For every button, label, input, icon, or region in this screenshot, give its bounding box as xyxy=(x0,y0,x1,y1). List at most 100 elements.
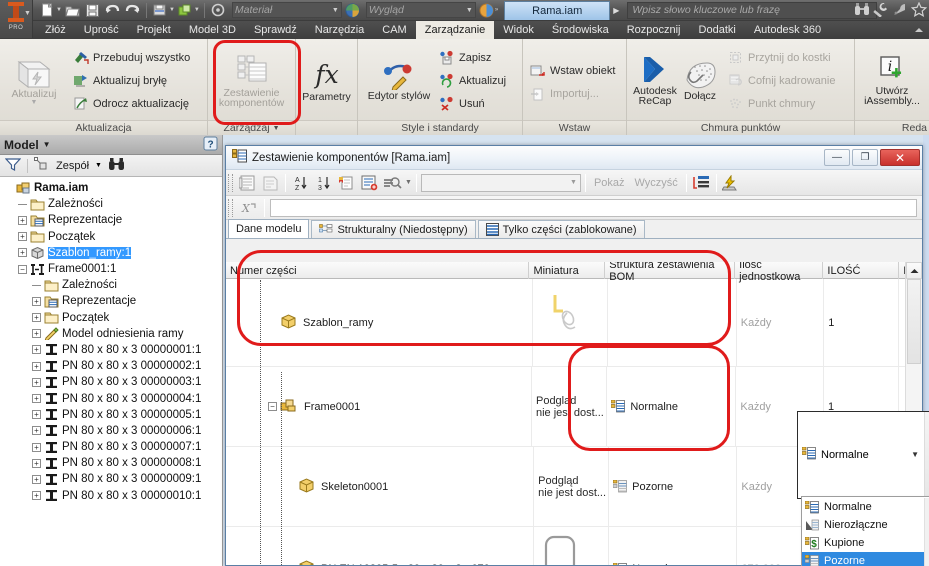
toolbar-grip[interactable] xyxy=(228,173,233,192)
ribbon-tab-12[interactable]: Autodesk 360 xyxy=(745,21,830,39)
bom-cell-structure[interactable] xyxy=(608,279,737,366)
tree-node-14[interactable]: + PN 80 x 80 x 3 00000005:1 xyxy=(3,407,222,423)
style-save-button[interactable]: Zapisz xyxy=(436,47,509,68)
undo-icon[interactable] xyxy=(103,1,122,20)
print-dropdown-caret[interactable]: ▼ xyxy=(169,7,175,13)
toolbar-grip-2[interactable] xyxy=(228,198,233,217)
update-button-caret[interactable]: ▼ xyxy=(31,99,38,106)
tree-node-12[interactable]: + PN 80 x 80 x 3 00000003:1 xyxy=(3,374,222,390)
update-dropdown-caret[interactable]: ▼ xyxy=(194,7,200,13)
binoculars-icon[interactable] xyxy=(854,2,870,20)
chevron-down-icon-browser[interactable]: ▼ xyxy=(95,162,102,169)
binoculars-icon-browser[interactable] xyxy=(108,157,125,174)
dropdown-item-0[interactable]: Normalne xyxy=(802,498,929,516)
ribbon-collapse-button[interactable] xyxy=(909,21,929,39)
view-properties-caret[interactable]: ▼ xyxy=(405,179,412,186)
group-dialog-launcher-icon[interactable]: ▼ xyxy=(273,125,280,132)
style-delete-button[interactable]: Usuń xyxy=(436,93,509,114)
bom-cell-structure[interactable]: Normalne xyxy=(609,527,738,565)
select-icon[interactable] xyxy=(209,1,228,20)
tree-leaf-connector[interactable] xyxy=(17,199,28,210)
tree-node-3[interactable]: + Początek xyxy=(3,229,222,245)
tree-node-13[interactable]: + PN 80 x 80 x 3 00000004:1 xyxy=(3,390,222,406)
document-tab-next-icon[interactable]: ▶ xyxy=(613,6,619,15)
chevron-down-icon-editor[interactable]: ▼ xyxy=(911,450,919,459)
bom-column-header-2[interactable]: Struktura zestawienia BOM xyxy=(605,262,736,283)
logo-dropdown-caret[interactable]: ▼ xyxy=(24,10,31,17)
new-icon[interactable] xyxy=(38,1,57,20)
bom-view-combo[interactable]: ▼ xyxy=(420,173,581,192)
dropdown-item-1[interactable]: Nierozłączne xyxy=(802,516,929,534)
bom-button[interactable]: Zestawienie komponentów xyxy=(212,53,291,109)
update-button[interactable]: Aktualizuj ▼ xyxy=(4,56,64,106)
import-button[interactable]: Importuj... xyxy=(527,84,618,105)
expand-toggle-icon[interactable]: + xyxy=(31,425,42,436)
search-input[interactable]: Wpisz słowo kluczowe lub frazę xyxy=(627,1,878,19)
substitute-icon[interactable]: X xyxy=(238,197,259,218)
bom-structure-dropdown[interactable]: NormalneNierozłączne$KupionePozornex1Odn… xyxy=(801,496,929,566)
add-custom-part-icon[interactable] xyxy=(359,172,380,193)
renumber-icon[interactable] xyxy=(336,172,357,193)
point-cloud-button[interactable]: Punkt chmury xyxy=(725,93,838,114)
bom-cell-part-number[interactable]: PN EN 10305-5 - 80 x 80 x 3 - 670 xyxy=(226,527,535,565)
bom-cell-structure[interactable]: Pozorne xyxy=(609,447,738,526)
tree-node-1[interactable]: Zależności xyxy=(3,196,222,212)
expand-toggle-icon[interactable]: + xyxy=(31,361,42,372)
clear-button[interactable]: Wyczyść xyxy=(631,177,682,189)
appearance-sphere-icon-2[interactable] xyxy=(477,1,496,20)
style-update-button[interactable]: Aktualizuj xyxy=(436,70,509,91)
view-properties-icon[interactable] xyxy=(382,172,403,193)
document-tab[interactable]: Rama.iam xyxy=(504,0,611,20)
more-tools-caret[interactable]: » xyxy=(495,7,498,13)
tree-node-6[interactable]: Zależności xyxy=(3,277,222,293)
tree-node-0[interactable]: Rama.iam xyxy=(3,180,222,196)
expand-toggle-icon[interactable]: + xyxy=(31,490,42,501)
bom-structure-editor-cell[interactable]: Normalne ▼ xyxy=(797,411,929,499)
scrollbar-thumb[interactable] xyxy=(907,279,921,364)
row-collapse-toggle-icon[interactable]: − xyxy=(268,402,277,411)
tree-node-4[interactable]: + Szablon_ramy:1 xyxy=(3,245,222,261)
editor-cell-scrollbar[interactable] xyxy=(924,412,929,498)
material-combo[interactable]: Materiał ▼ xyxy=(231,2,342,18)
tree-node-9[interactable]: + Model odniesienia ramy xyxy=(3,326,222,342)
bom-cell-structure[interactable]: Normalne xyxy=(607,367,737,446)
bom-column-header-0[interactable]: Numer części xyxy=(226,262,530,279)
bom-dialog-titlebar[interactable]: Zestawienie komponentów [Rama.iam] — ❐ ✕ xyxy=(226,146,922,170)
tree-node-11[interactable]: + PN 80 x 80 x 3 00000002:1 xyxy=(3,358,222,374)
bom-tab-1[interactable]: Strukturalny (Niedostępny) xyxy=(311,220,476,238)
bom-cell-unit-qty[interactable]: Każdy xyxy=(737,279,825,366)
bom-cell-part-number[interactable]: Skeleton0001 xyxy=(226,447,535,526)
expand-toggle-icon[interactable]: + xyxy=(31,393,42,404)
ribbon-tab-8[interactable]: Widok xyxy=(494,21,543,39)
expand-toggle-icon[interactable]: + xyxy=(31,377,42,388)
autodesk-recap-button[interactable]: Autodesk ReCap xyxy=(631,55,679,107)
bom-column-header-3[interactable]: Ilość jednostkowa xyxy=(735,262,824,283)
tree-node-2[interactable]: + Reprezentacje xyxy=(3,212,222,228)
bom-tab-2[interactable]: Tylko części (zablokowane) xyxy=(477,220,645,238)
attach-button[interactable]: Dołącz xyxy=(679,60,721,102)
tree-node-18[interactable]: + PN 80 x 80 x 3 00000009:1 xyxy=(3,471,222,487)
help-icon[interactable]: ? xyxy=(203,136,218,154)
insert-object-button[interactable]: Wstaw obiekt xyxy=(527,61,618,82)
defer-update-button[interactable]: Odrocz aktualizację xyxy=(70,93,193,114)
tree-node-5[interactable]: − Frame0001:1 xyxy=(3,261,222,277)
lightning-icon[interactable] xyxy=(721,172,742,193)
expand-toggle-icon[interactable]: + xyxy=(31,442,42,453)
bom-properties-icon[interactable] xyxy=(237,172,258,193)
update-icon[interactable] xyxy=(176,1,195,20)
appearance-combo[interactable]: Wygląd ▼ xyxy=(365,2,476,18)
open-icon[interactable] xyxy=(63,1,82,20)
tree-node-10[interactable]: + PN 80 x 80 x 3 00000001:1 xyxy=(3,342,222,358)
ribbon-tab-3[interactable]: Model 3D xyxy=(180,21,245,39)
star-icon[interactable] xyxy=(910,1,928,20)
bom-cell-part-number[interactable]: Szablon_ramy xyxy=(226,279,533,366)
new-dropdown-caret[interactable]: ▼ xyxy=(56,7,62,13)
ribbon-tab-9[interactable]: Środowiska xyxy=(543,21,618,39)
tree-node-16[interactable]: + PN 80 x 80 x 3 00000007:1 xyxy=(3,439,222,455)
expand-toggle-icon[interactable]: + xyxy=(31,409,42,420)
print-icon[interactable] xyxy=(151,1,170,20)
expand-toggle-icon[interactable]: + xyxy=(17,247,28,258)
update-body-button[interactable]: Aktualizuj bryłę xyxy=(70,70,193,91)
save-icon[interactable] xyxy=(83,1,102,20)
style-editor-button[interactable]: Edytor stylów xyxy=(362,60,436,102)
